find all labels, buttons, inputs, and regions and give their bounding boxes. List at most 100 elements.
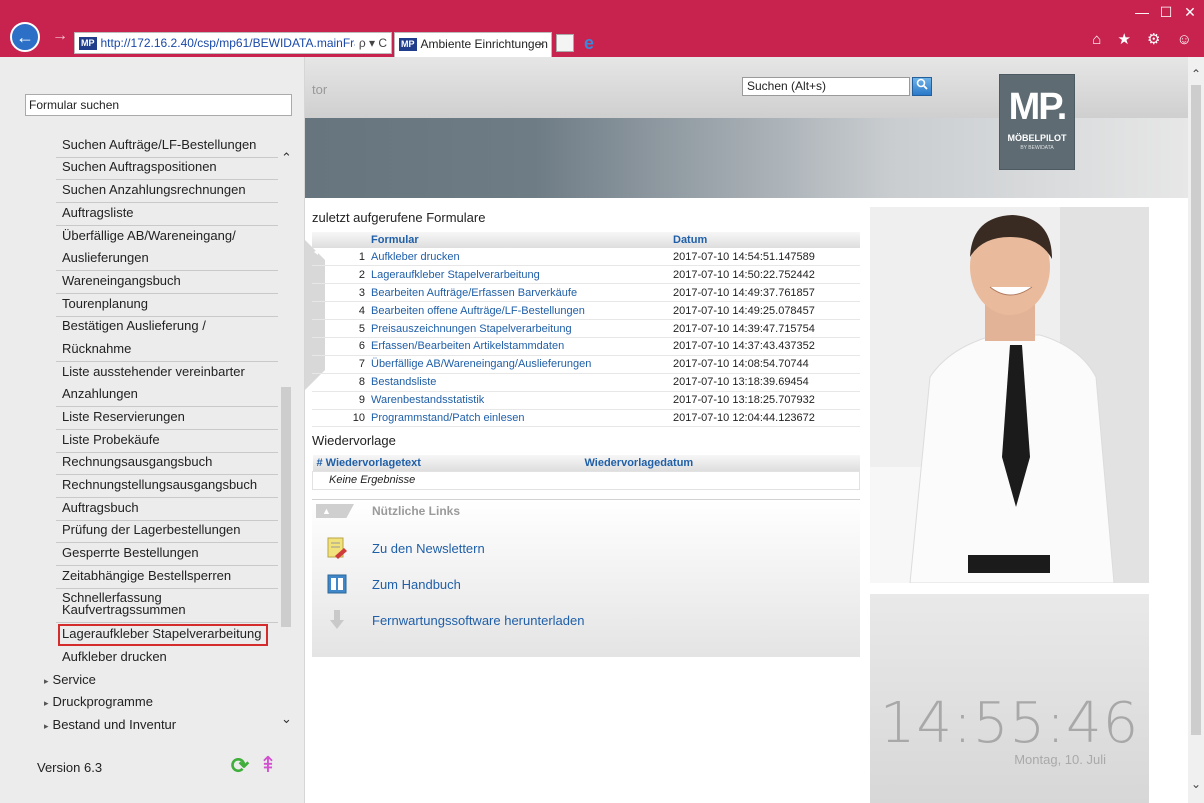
row-date: 2017-07-10 14:39:47.715754 xyxy=(670,319,860,338)
menu-item[interactable]: Prüfung der Lagerbestellungen xyxy=(62,522,241,537)
form-link[interactable]: Programmstand/Patch einlesen xyxy=(368,409,670,428)
link-text[interactable]: Fernwartungssoftware herunterladen xyxy=(372,613,584,628)
browser-toolbar-icons[interactable]: ⌂ ★ ⚙ ☺ xyxy=(1092,30,1198,48)
menu-item[interactable]: Rechnungsausgangsbuch xyxy=(62,454,212,469)
menu-item[interactable]: Wareneingangsbuch xyxy=(62,273,181,288)
menu-item[interactable]: Überfällige AB/Wareneingang/ xyxy=(62,228,236,243)
menu-item[interactable]: Gesperrte Bestellungen xyxy=(62,545,199,560)
browser-logo-icon: e xyxy=(583,33,594,53)
refresh-icon[interactable]: ⟳ xyxy=(228,754,252,778)
form-search-input[interactable]: Formular suchen xyxy=(25,94,292,116)
row-date: 2017-07-10 12:04:44.123672 xyxy=(670,409,860,428)
col-date[interactable]: Datum xyxy=(670,232,860,248)
search-button[interactable] xyxy=(912,77,932,96)
menu-item[interactable]: Zeitabhängige Bestellsperren xyxy=(62,568,231,583)
link-text[interactable]: Zu den Newslettern xyxy=(372,541,485,556)
links-title: Nützliche Links xyxy=(372,504,461,518)
table-row[interactable]: 3 Bearbeiten Aufträge/Erfassen Barverkäuf… xyxy=(312,283,860,303)
new-tab-button[interactable] xyxy=(556,34,574,52)
highlight-frame xyxy=(58,624,268,646)
form-link[interactable]: Bearbeiten offene Aufträge/LF-Bestellung… xyxy=(368,301,670,321)
close-window-button[interactable]: ✕ xyxy=(1180,4,1200,21)
address-controls[interactable]: ρ ▾ C xyxy=(354,33,387,53)
row-date: 2017-07-10 14:08:54.70744 xyxy=(670,355,860,374)
clock-time: 14:55:46 xyxy=(879,691,1140,756)
form-link[interactable]: Lageraufkleber Stapelverarbeitung xyxy=(368,265,670,285)
menu-item[interactable]: Auftragsbuch xyxy=(62,500,139,515)
row-number: 5 xyxy=(312,319,368,338)
tab-title: Ambiente Einrichtungen xyxy=(420,37,548,51)
row-number: 8 xyxy=(312,373,368,392)
table-row[interactable]: 9 Warenbestandsstatistik 2017-07-10 13:18:… xyxy=(312,391,860,410)
menu-item[interactable]: Aufkleber drucken xyxy=(62,649,167,664)
row-number: 3 xyxy=(312,283,368,303)
maximize-button[interactable]: ☐ xyxy=(1156,4,1176,21)
table-row[interactable]: 5 Preisauszeichnungen Stapelverarbeitung 2… xyxy=(312,319,860,338)
links-toggle-button[interactable]: ▲ xyxy=(316,504,354,518)
menu-item[interactable]: Rücknahme xyxy=(62,341,131,356)
col-number xyxy=(312,232,368,248)
table-row[interactable]: 2 Lageraufkleber Stapelverarbeitung 2017-0… xyxy=(312,265,860,285)
table-row[interactable]: 1 Aufkleber drucken 2017-07-10 14:54:51.14… xyxy=(312,248,860,267)
table-row[interactable]: 8 Bestandsliste 2017-07-10 13:18:39.69454 xyxy=(312,373,860,392)
menu-item[interactable]: Liste ausstehender vereinbarter xyxy=(62,364,245,379)
menu-item[interactable]: Suchen Aufträge/LF-Bestellungen xyxy=(62,137,256,152)
col-wiedervorlagedatum[interactable]: Wiedervorlagedatum xyxy=(580,455,860,471)
menu-group-label: Service xyxy=(52,672,96,687)
form-link[interactable]: Überfällige AB/Wareneingang/Auslieferung… xyxy=(368,355,670,374)
recent-forms-heading: zuletzt aufgerufene Formulare xyxy=(312,210,486,225)
menu-item[interactable]: Rechnungstellungsausgangsbuch xyxy=(62,477,257,492)
menu-group-bestand[interactable]: ▸ Bestand und Inventur xyxy=(44,717,176,732)
forward-button[interactable]: → xyxy=(50,26,70,46)
table-row[interactable]: 7 Überfällige AB/Wareneingang/Auslieferun… xyxy=(312,355,860,374)
scroll-up-button[interactable]: ⌃ xyxy=(1188,67,1204,81)
minimize-button[interactable]: — xyxy=(1132,4,1152,20)
menu-item[interactable]: Auslieferungen xyxy=(62,250,149,265)
row-date: 2017-07-10 14:50:22.752442 xyxy=(670,265,860,285)
menu-group-druckprogramme[interactable]: ▸ Druckprogramme xyxy=(44,694,153,709)
form-link[interactable]: Preisauszeichnungen Stapelverarbeitung xyxy=(368,319,670,338)
scroll-down-button[interactable]: ⌄ xyxy=(1188,777,1204,791)
table-row[interactable]: 10 Programmstand/Patch einlesen 2017-07-10… xyxy=(312,409,860,428)
menu-divider xyxy=(56,270,278,271)
chevron-right-icon: ▸ xyxy=(44,698,49,708)
form-link[interactable]: Bearbeiten Aufträge/Erfassen Barverkäufe xyxy=(368,283,670,303)
row-number: 7 xyxy=(312,355,368,374)
address-bar[interactable]: MP http://172.16.2.40/csp/mp61/BEWIDATA.m… xyxy=(74,32,392,54)
menu-item[interactable]: Kaufvertragssummen xyxy=(62,602,186,617)
menu-item[interactable]: Tourenplanung xyxy=(62,296,148,311)
col-wiedervorlagetext[interactable]: # Wiedervorlagetext xyxy=(312,455,581,471)
menu-item[interactable]: Anzahlungen xyxy=(62,386,138,401)
back-button[interactable]: ← xyxy=(10,22,40,52)
form-link[interactable]: Warenbestandsstatistik xyxy=(368,391,670,410)
panel-scrollbar-thumb[interactable] xyxy=(281,387,291,627)
page-scrollbar-thumb[interactable] xyxy=(1191,85,1201,735)
table-row[interactable]: 4 Bearbeiten offene Aufträge/LF-Bestellun… xyxy=(312,301,860,321)
menu-item[interactable]: Auftragsliste xyxy=(62,205,134,220)
menu-divider xyxy=(56,406,278,407)
page-scrollbar[interactable]: ⌃ ⌄ xyxy=(1188,57,1204,803)
menu-item[interactable]: Suchen Auftragspositionen xyxy=(62,159,217,174)
menu-divider xyxy=(56,429,278,430)
global-search-input[interactable]: Suchen (Alt+s) xyxy=(742,77,910,96)
tab-close-icon[interactable]: × xyxy=(538,33,545,55)
form-link[interactable]: Aufkleber drucken xyxy=(368,248,670,267)
form-link[interactable]: Bestandsliste xyxy=(368,373,670,392)
scroll-down-button[interactable]: ⌄ xyxy=(280,711,293,727)
scroll-up-button[interactable]: ⌃ xyxy=(280,150,293,166)
pin-icon[interactable]: ⇞ xyxy=(258,752,278,778)
menu-divider xyxy=(56,179,278,180)
clock-panel: 14:55:46 Montag, 10. Juli xyxy=(870,594,1149,803)
menu-group-service[interactable]: ▸ Service xyxy=(44,672,96,687)
link-text[interactable]: Zum Handbuch xyxy=(372,577,461,592)
menu-item[interactable]: Bestätigen Auslieferung / xyxy=(62,318,206,333)
col-form[interactable]: Formular xyxy=(368,232,670,248)
table-row[interactable]: 6 Erfassen/Bearbeiten Artikelstammdaten 20… xyxy=(312,337,860,356)
chevron-right-icon: ▸ xyxy=(44,721,49,731)
menu-item[interactable]: Suchen Anzahlungsrechnungen xyxy=(62,182,246,197)
menu-item[interactable]: Liste Probekäufe xyxy=(62,432,160,447)
browser-tab-active[interactable]: MP Ambiente Einrichtungen × xyxy=(394,32,552,57)
form-link[interactable]: Erfassen/Bearbeiten Artikelstammdaten xyxy=(368,337,670,356)
menu-divider xyxy=(56,622,278,623)
menu-item[interactable]: Liste Reservierungen xyxy=(62,409,185,424)
